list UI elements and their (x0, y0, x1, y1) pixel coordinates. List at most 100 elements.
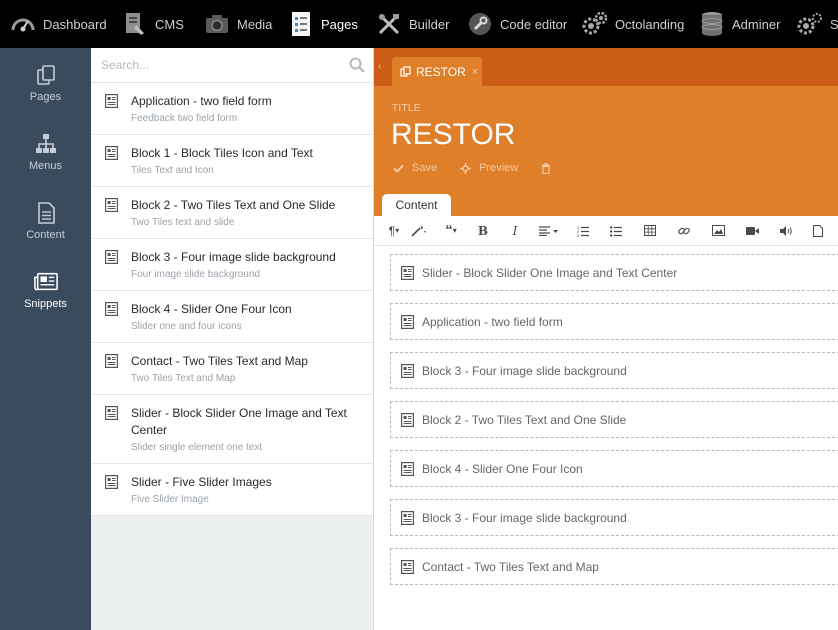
snippet-title: Slider - Five Slider Images (131, 475, 272, 489)
content-block[interactable]: Slider - Block Slider One Image and Text… (390, 254, 838, 291)
search-input[interactable] (91, 48, 341, 82)
topnav-builder-label: Builder (409, 16, 450, 32)
content-block[interactable]: Block 4 - Slider One Four Icon (390, 450, 838, 487)
list-item[interactable]: Block 4 - Slider One Four Icon Slider one… (91, 291, 373, 343)
topnav-adminer[interactable]: Adminer (689, 0, 787, 48)
editor-actions: Save Preview (392, 162, 582, 174)
image-icon[interactable] (701, 216, 735, 246)
snippet-icon (105, 302, 119, 318)
content-block[interactable]: Application - two field form (390, 303, 838, 340)
quote-icon[interactable]: “▾ (435, 216, 467, 246)
snippet-title: Block 4 - Slider One Four Icon (131, 302, 292, 316)
sidebar-item-label: Snippets (24, 297, 67, 310)
snippet-icon (105, 94, 119, 110)
sidebar-item-menus[interactable]: Menus (0, 117, 91, 186)
snippet-icon (401, 265, 415, 280)
list-item[interactable]: Block 2 - Two Tiles Text and One Slide Tw… (91, 187, 373, 239)
topnav-cms[interactable]: CMS (112, 0, 194, 48)
topnav-code-editor[interactable]: Code editor (457, 0, 572, 48)
paragraph-format-icon[interactable]: ¶ ▾ (383, 216, 405, 246)
title-field-label: TITLE (392, 103, 421, 114)
settings-gear-icon (797, 11, 823, 37)
cms-document-icon (122, 11, 148, 37)
topnav-settings-label: S (830, 16, 838, 32)
content-block[interactable]: Contact - Two Tiles Text and Map (390, 548, 838, 585)
tab-close-icon[interactable]: × (472, 66, 478, 78)
preview-label: Preview (479, 162, 519, 174)
snippet-text: Application - two field form Feedback two… (131, 93, 363, 125)
check-icon (392, 162, 404, 174)
content-blocks: Slider - Block Slider One Image and Text… (374, 246, 838, 585)
tab-label: RESTOR (416, 64, 466, 79)
snippets-newspaper-icon (33, 270, 58, 294)
topnav-dashboard-label: Dashboard (43, 16, 107, 32)
snippet-text: Block 1 - Block Tiles Icon and Text Tiles… (131, 145, 363, 177)
snippet-title: Application - two field form (131, 94, 272, 108)
tab-content[interactable]: Content (382, 194, 451, 216)
content-block[interactable]: Block 3 - Four image slide background (390, 499, 838, 536)
menus-sitemap-icon (34, 132, 58, 156)
style-wand-icon[interactable] (405, 216, 435, 246)
search-icon[interactable] (349, 57, 365, 73)
snippet-icon (105, 250, 119, 266)
snippet-title: Slider - Block Slider One Image and Text… (131, 406, 347, 437)
italic-icon[interactable]: I (499, 216, 531, 246)
unordered-list-icon[interactable] (599, 216, 633, 246)
list-item[interactable]: Slider - Block Slider One Image and Text… (91, 395, 373, 464)
content-block-label: Block 3 - Four image slide background (422, 363, 627, 378)
topnav-pages[interactable]: Pages (278, 0, 366, 48)
list-item[interactable]: Application - two field form Feedback two… (91, 83, 373, 135)
sidebar-item-label: Content (26, 228, 65, 241)
list-item[interactable]: Block 3 - Four image slide background Fou… (91, 239, 373, 291)
video-camera-icon[interactable] (735, 216, 769, 246)
list-item[interactable]: Slider - Five Slider Images Five Slider I… (91, 464, 373, 516)
topnav-dashboard[interactable]: Dashboard (0, 0, 112, 48)
content-block[interactable]: Block 2 - Two Tiles Text and One Slide (390, 401, 838, 438)
page-title-input[interactable]: RESTOR (391, 118, 515, 152)
content-block-label: Block 4 - Slider One Four Icon (422, 461, 583, 476)
media-camera-icon (204, 11, 230, 37)
file-icon[interactable] (803, 216, 833, 246)
snippet-icon (401, 363, 415, 378)
svg-text:3: 3 (577, 233, 580, 237)
topnav-media-label: Media (237, 16, 273, 32)
snippet-title: Block 3 - Four image slide background (131, 250, 336, 264)
topnav-code-editor-label: Code editor (500, 16, 568, 32)
snippet-text: Slider - Block Slider One Image and Text… (131, 405, 363, 454)
snippet-description: Tiles Text and Icon (131, 165, 214, 176)
snippet-icon (401, 559, 415, 574)
bold-icon[interactable]: B (467, 216, 499, 246)
topnav-builder[interactable]: Builder (366, 0, 457, 48)
snippet-icon (105, 406, 119, 422)
topnav-media[interactable]: Media (194, 0, 278, 48)
table-icon[interactable] (633, 216, 667, 246)
align-icon[interactable] (531, 216, 567, 246)
left-sidebar: Pages Menus Content Snippets (0, 48, 91, 630)
snippet-list: Application - two field form Feedback two… (91, 83, 373, 516)
sidebar-item-content[interactable]: Content (0, 186, 91, 255)
delete-button[interactable] (540, 162, 560, 174)
sidebar-item-snippets[interactable]: Snippets (0, 255, 91, 324)
topnav-settings[interactable]: S (787, 0, 838, 48)
list-item[interactable]: Contact - Two Tiles Text and Map Two Tile… (91, 343, 373, 395)
topnav-adminer-label: Adminer (732, 16, 781, 32)
topnav-cms-label: CMS (155, 16, 184, 32)
content-file-icon (34, 201, 58, 225)
topnav-octolanding[interactable]: Octolanding (572, 0, 689, 48)
link-icon[interactable] (667, 216, 701, 246)
snippet-description: Two Tiles Text and Map (131, 373, 236, 384)
audio-speaker-icon[interactable] (769, 216, 803, 246)
preview-button[interactable]: Preview (459, 162, 518, 174)
tab-restor[interactable]: RESTOR × (392, 57, 482, 86)
sidebar-item-label: Pages (29, 90, 62, 103)
ordered-list-icon[interactable]: 123 (567, 216, 599, 246)
tab-scroll-left-icon[interactable]: ‹ (378, 61, 381, 72)
content-block-label: Slider - Block Slider One Image and Text… (422, 265, 678, 280)
snippet-text: Slider - Five Slider Images Five Slider I… (131, 474, 363, 506)
snippet-description: Two Tiles text and slide (131, 217, 235, 228)
topnav-octolanding-label: Octolanding (615, 16, 685, 32)
save-button[interactable]: Save (392, 162, 437, 174)
list-item[interactable]: Block 1 - Block Tiles Icon and Text Tiles… (91, 135, 373, 187)
content-block[interactable]: Block 3 - Four image slide background (390, 352, 838, 389)
sidebar-item-pages[interactable]: Pages (0, 48, 91, 117)
